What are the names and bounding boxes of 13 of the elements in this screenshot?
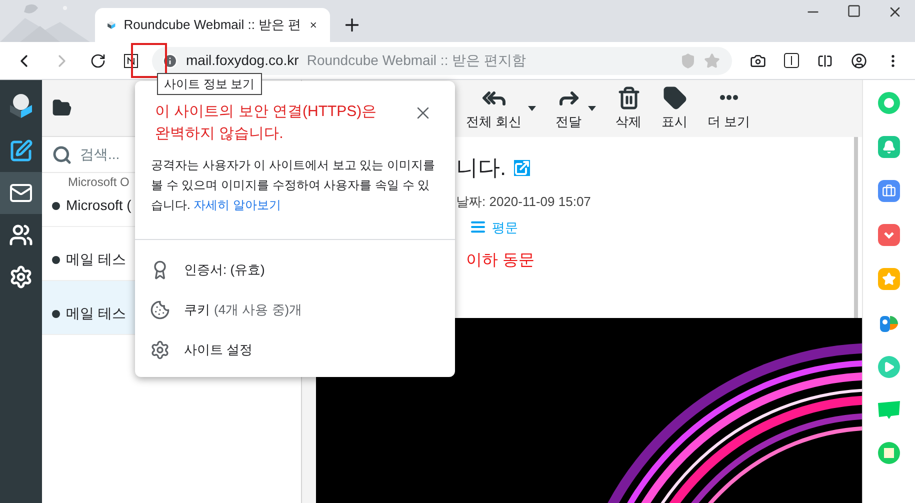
message-subject: Microsoft ( [66, 196, 132, 215]
message-date: 날짜: 2020-11-09 15:07 [456, 193, 592, 211]
warning-heading: 이 사이트의 보안 연결(HTTPS)은 완벽하지 않습니다. [155, 102, 378, 144]
message-sender: Microsoft O [68, 174, 130, 191]
message-subject: 메일 테스 [66, 250, 126, 269]
tooltip: 사이트 정보 보기 [157, 73, 262, 95]
page-title: Roundcube Webmail :: 받은 편지함 [306, 51, 526, 70]
url-host: mail.foxydog.co.kr [186, 51, 299, 70]
message-body: 이하 동문 [466, 251, 536, 271]
message-subject: 메일 테스 [66, 304, 126, 323]
warning-description: 공격자는 사용자가 이 사이트에서 보고 있는 이미지를 볼 수 있으며 이미지를 수정하여 사용자를 속일 수 있습니다. 자세히 알아보기 [150, 157, 436, 214]
message-title: 니다. [456, 154, 506, 182]
tab-title: Roundcube Webmail :: 받은 편 [124, 16, 302, 34]
